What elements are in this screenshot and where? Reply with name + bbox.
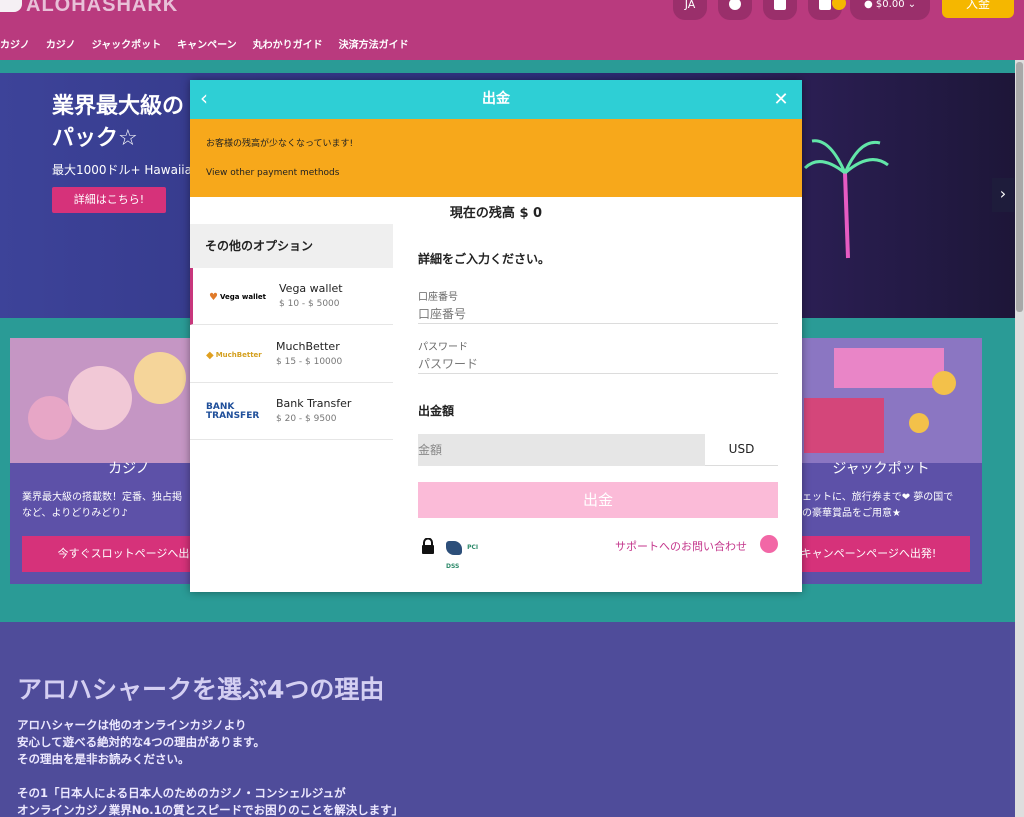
balance-value: $0.00 — [875, 0, 905, 10]
current-balance: 現在の残高 $ 0 — [449, 206, 543, 221]
form-title: 詳細をご入力ください。 — [418, 252, 551, 266]
option-name: Vega wallet — [279, 282, 343, 295]
vega-wallet-logo-text: Vega wallet — [219, 293, 267, 301]
nav-item-jackpot[interactable]: ジャックポット — [92, 36, 162, 51]
language-label: JA — [684, 0, 696, 11]
site-logo[interactable]: ALOHASHARK — [26, 0, 178, 17]
close-icon: ✕ — [773, 89, 789, 110]
bank-transfer-logo-text: BANK TRANSFER — [206, 402, 260, 421]
site-header: ALOHASHARK JA ● $0.00 ⌄ 入金 カジノ カジノ ジャックポ… — [0, 0, 1024, 60]
shark-logo-icon — [0, 0, 22, 12]
chat-bubble-icon[interactable] — [760, 535, 778, 553]
currency-label: USD — [705, 434, 778, 466]
balance-button[interactable]: ● $0.00 ⌄ — [850, 0, 930, 20]
modal-header: 出金 ‹ ✕ — [190, 80, 802, 119]
option-range: $ 10 - $ 5000 — [279, 299, 340, 309]
withdraw-submit-button[interactable]: 出金 — [418, 482, 778, 518]
nav-item-campaign[interactable]: キャンペーン — [177, 36, 237, 51]
deposit-button[interactable]: 入金 — [942, 0, 1014, 18]
nav-item-payment-guide[interactable]: 決済方法ガイド — [339, 36, 409, 51]
notification-badge — [832, 0, 846, 10]
option-range: $ 15 - $ 10000 — [276, 357, 343, 367]
password-label: パスワード — [418, 342, 468, 353]
low-balance-alert: お客様の残高が少なくなっています! View other payment met… — [190, 119, 802, 197]
lock-icon — [422, 538, 434, 554]
back-button[interactable]: ‹ — [200, 80, 222, 119]
gift-button[interactable] — [763, 0, 797, 20]
option-name: Bank Transfer — [276, 397, 352, 410]
pci-dss-icon: PCI DSS — [446, 537, 486, 570]
view-other-methods-link[interactable]: View other payment methods — [206, 168, 339, 178]
close-button[interactable]: ✕ — [770, 80, 792, 119]
password-input[interactable] — [418, 354, 778, 374]
alert-text: お客様の残高が少なくなっています! — [206, 139, 354, 149]
page-scrollbar-thumb[interactable] — [1016, 62, 1023, 312]
option-vega-wallet[interactable]: ♥ Vega wallet Vega wallet $ 10 - $ 5000 — [190, 268, 393, 325]
chevron-down-icon: ⌄ — [907, 0, 917, 10]
option-range: $ 20 - $ 9500 — [276, 414, 337, 424]
withdraw-modal: 出金 ‹ ✕ お客様の残高が少なくなっています! View other paym… — [190, 80, 802, 592]
nav-item-guide[interactable]: 丸わかりガイド — [253, 36, 323, 51]
option-muchbetter[interactable]: ◆ MuchBetter MuchBetter $ 15 - $ 10000 — [190, 326, 393, 383]
muchbetter-logo-text: MuchBetter — [215, 351, 262, 359]
help-icon — [729, 0, 741, 10]
account-number-input[interactable] — [418, 304, 778, 324]
muchbetter-logo: ◆ MuchBetter — [206, 349, 262, 361]
option-name: MuchBetter — [276, 340, 340, 353]
mail-icon — [819, 0, 831, 10]
bank-transfer-logo: BANK TRANSFER — [206, 401, 260, 423]
amount-input[interactable] — [418, 434, 705, 466]
options-title: その他のオプション — [190, 224, 393, 268]
gift-icon — [774, 0, 786, 10]
user-icon: ● — [864, 0, 873, 10]
payment-options: その他のオプション ♥ Vega wallet Vega wallet $ 10… — [190, 224, 393, 592]
vega-wallet-logo: ♥ Vega wallet — [209, 291, 267, 303]
modal-title: 出金 — [482, 91, 510, 107]
language-button[interactable]: JA — [673, 0, 707, 20]
amount-title: 出金額 — [418, 404, 455, 418]
main-nav: カジノ カジノ ジャックポット キャンペーン 丸わかりガイド 決済方法ガイド — [0, 36, 425, 51]
account-number-label: 口座番号 — [418, 292, 458, 303]
chevron-left-icon: ‹ — [200, 86, 208, 110]
nav-item-casino-2[interactable]: カジノ — [46, 36, 76, 51]
option-bank-transfer[interactable]: BANK TRANSFER Bank Transfer $ 20 - $ 950… — [190, 383, 393, 440]
nav-item-casino-1[interactable]: カジノ — [0, 36, 30, 51]
help-button[interactable] — [718, 0, 752, 20]
support-contact-link[interactable]: サポートへのお問い合わせ — [615, 538, 747, 554]
